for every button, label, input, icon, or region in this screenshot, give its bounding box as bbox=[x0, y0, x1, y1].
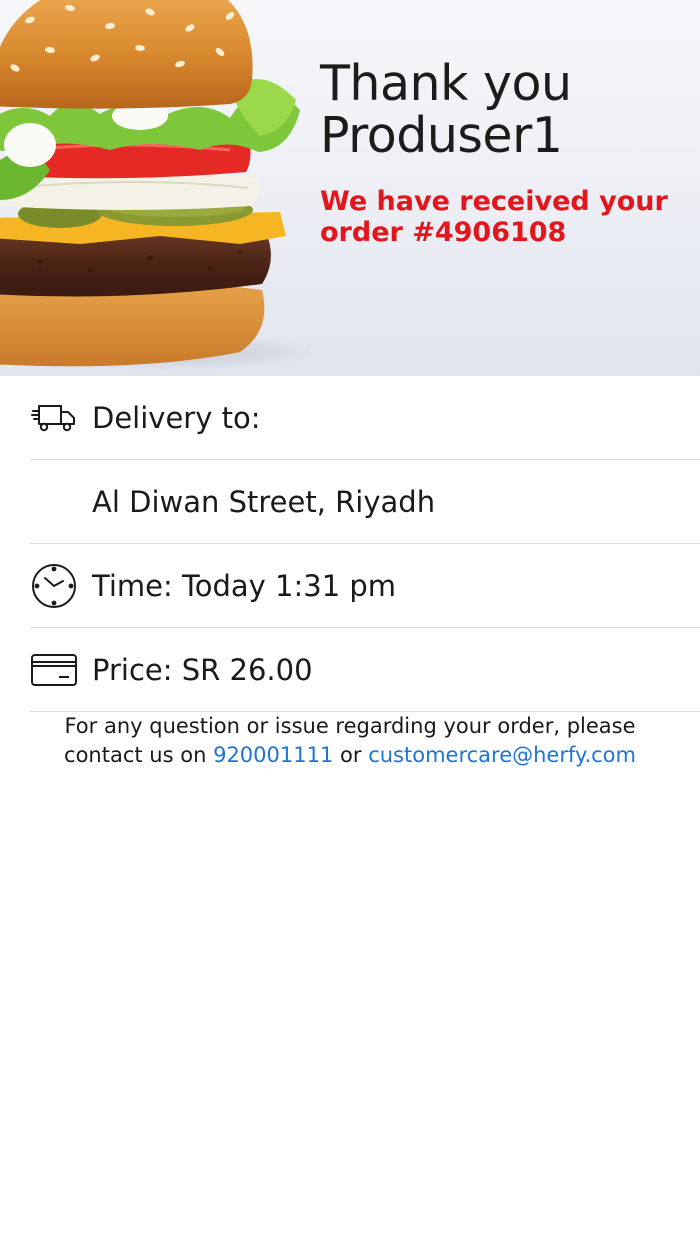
hero-banner: Thank you Produser1 We have received you… bbox=[0, 0, 700, 376]
price-row: Price: SR 26.00 bbox=[30, 628, 700, 712]
thank-you-heading: Thank you Produser1 bbox=[320, 58, 690, 162]
contact-prefix: contact us on bbox=[64, 743, 207, 767]
credit-card-icon bbox=[30, 646, 78, 694]
contact-note-line1: For any question or issue regarding your… bbox=[64, 714, 636, 738]
burger-image bbox=[0, 0, 310, 370]
delivery-row: Delivery to: bbox=[30, 376, 700, 460]
email-link[interactable]: customercare@herfy.com bbox=[368, 743, 636, 767]
contact-or: or bbox=[340, 743, 362, 767]
order-price: Price: SR 26.00 bbox=[92, 652, 313, 687]
hero-text: Thank you Produser1 We have received you… bbox=[320, 58, 690, 249]
delivery-address: Al Diwan Street, Riyadh bbox=[92, 484, 436, 519]
username: Produser1 bbox=[320, 107, 563, 164]
contact-note: For any question or issue regarding your… bbox=[0, 712, 700, 770]
contact-note-line2: contact us on 920001111 or customercare@… bbox=[0, 741, 700, 770]
order-received-message: We have received your order #4906108 bbox=[320, 186, 690, 248]
delivery-label: Delivery to: bbox=[92, 400, 261, 435]
phone-link[interactable]: 920001111 bbox=[213, 743, 333, 767]
order-number: order #4906108 bbox=[320, 217, 567, 248]
order-confirmation-screen: Thank you Produser1 We have received you… bbox=[0, 0, 700, 1244]
order-details: Delivery to: Al Diwan Street, Riyadh Tim… bbox=[0, 376, 700, 712]
delivery-time: Time: Today 1:31 pm bbox=[92, 568, 397, 603]
clock-icon bbox=[30, 562, 78, 610]
thank-you-line: Thank you bbox=[320, 55, 572, 112]
received-line: We have received your bbox=[320, 186, 668, 217]
time-row: Time: Today 1:31 pm bbox=[30, 544, 700, 628]
address-row: Al Diwan Street, Riyadh bbox=[30, 460, 700, 544]
delivery-truck-icon bbox=[30, 394, 78, 442]
